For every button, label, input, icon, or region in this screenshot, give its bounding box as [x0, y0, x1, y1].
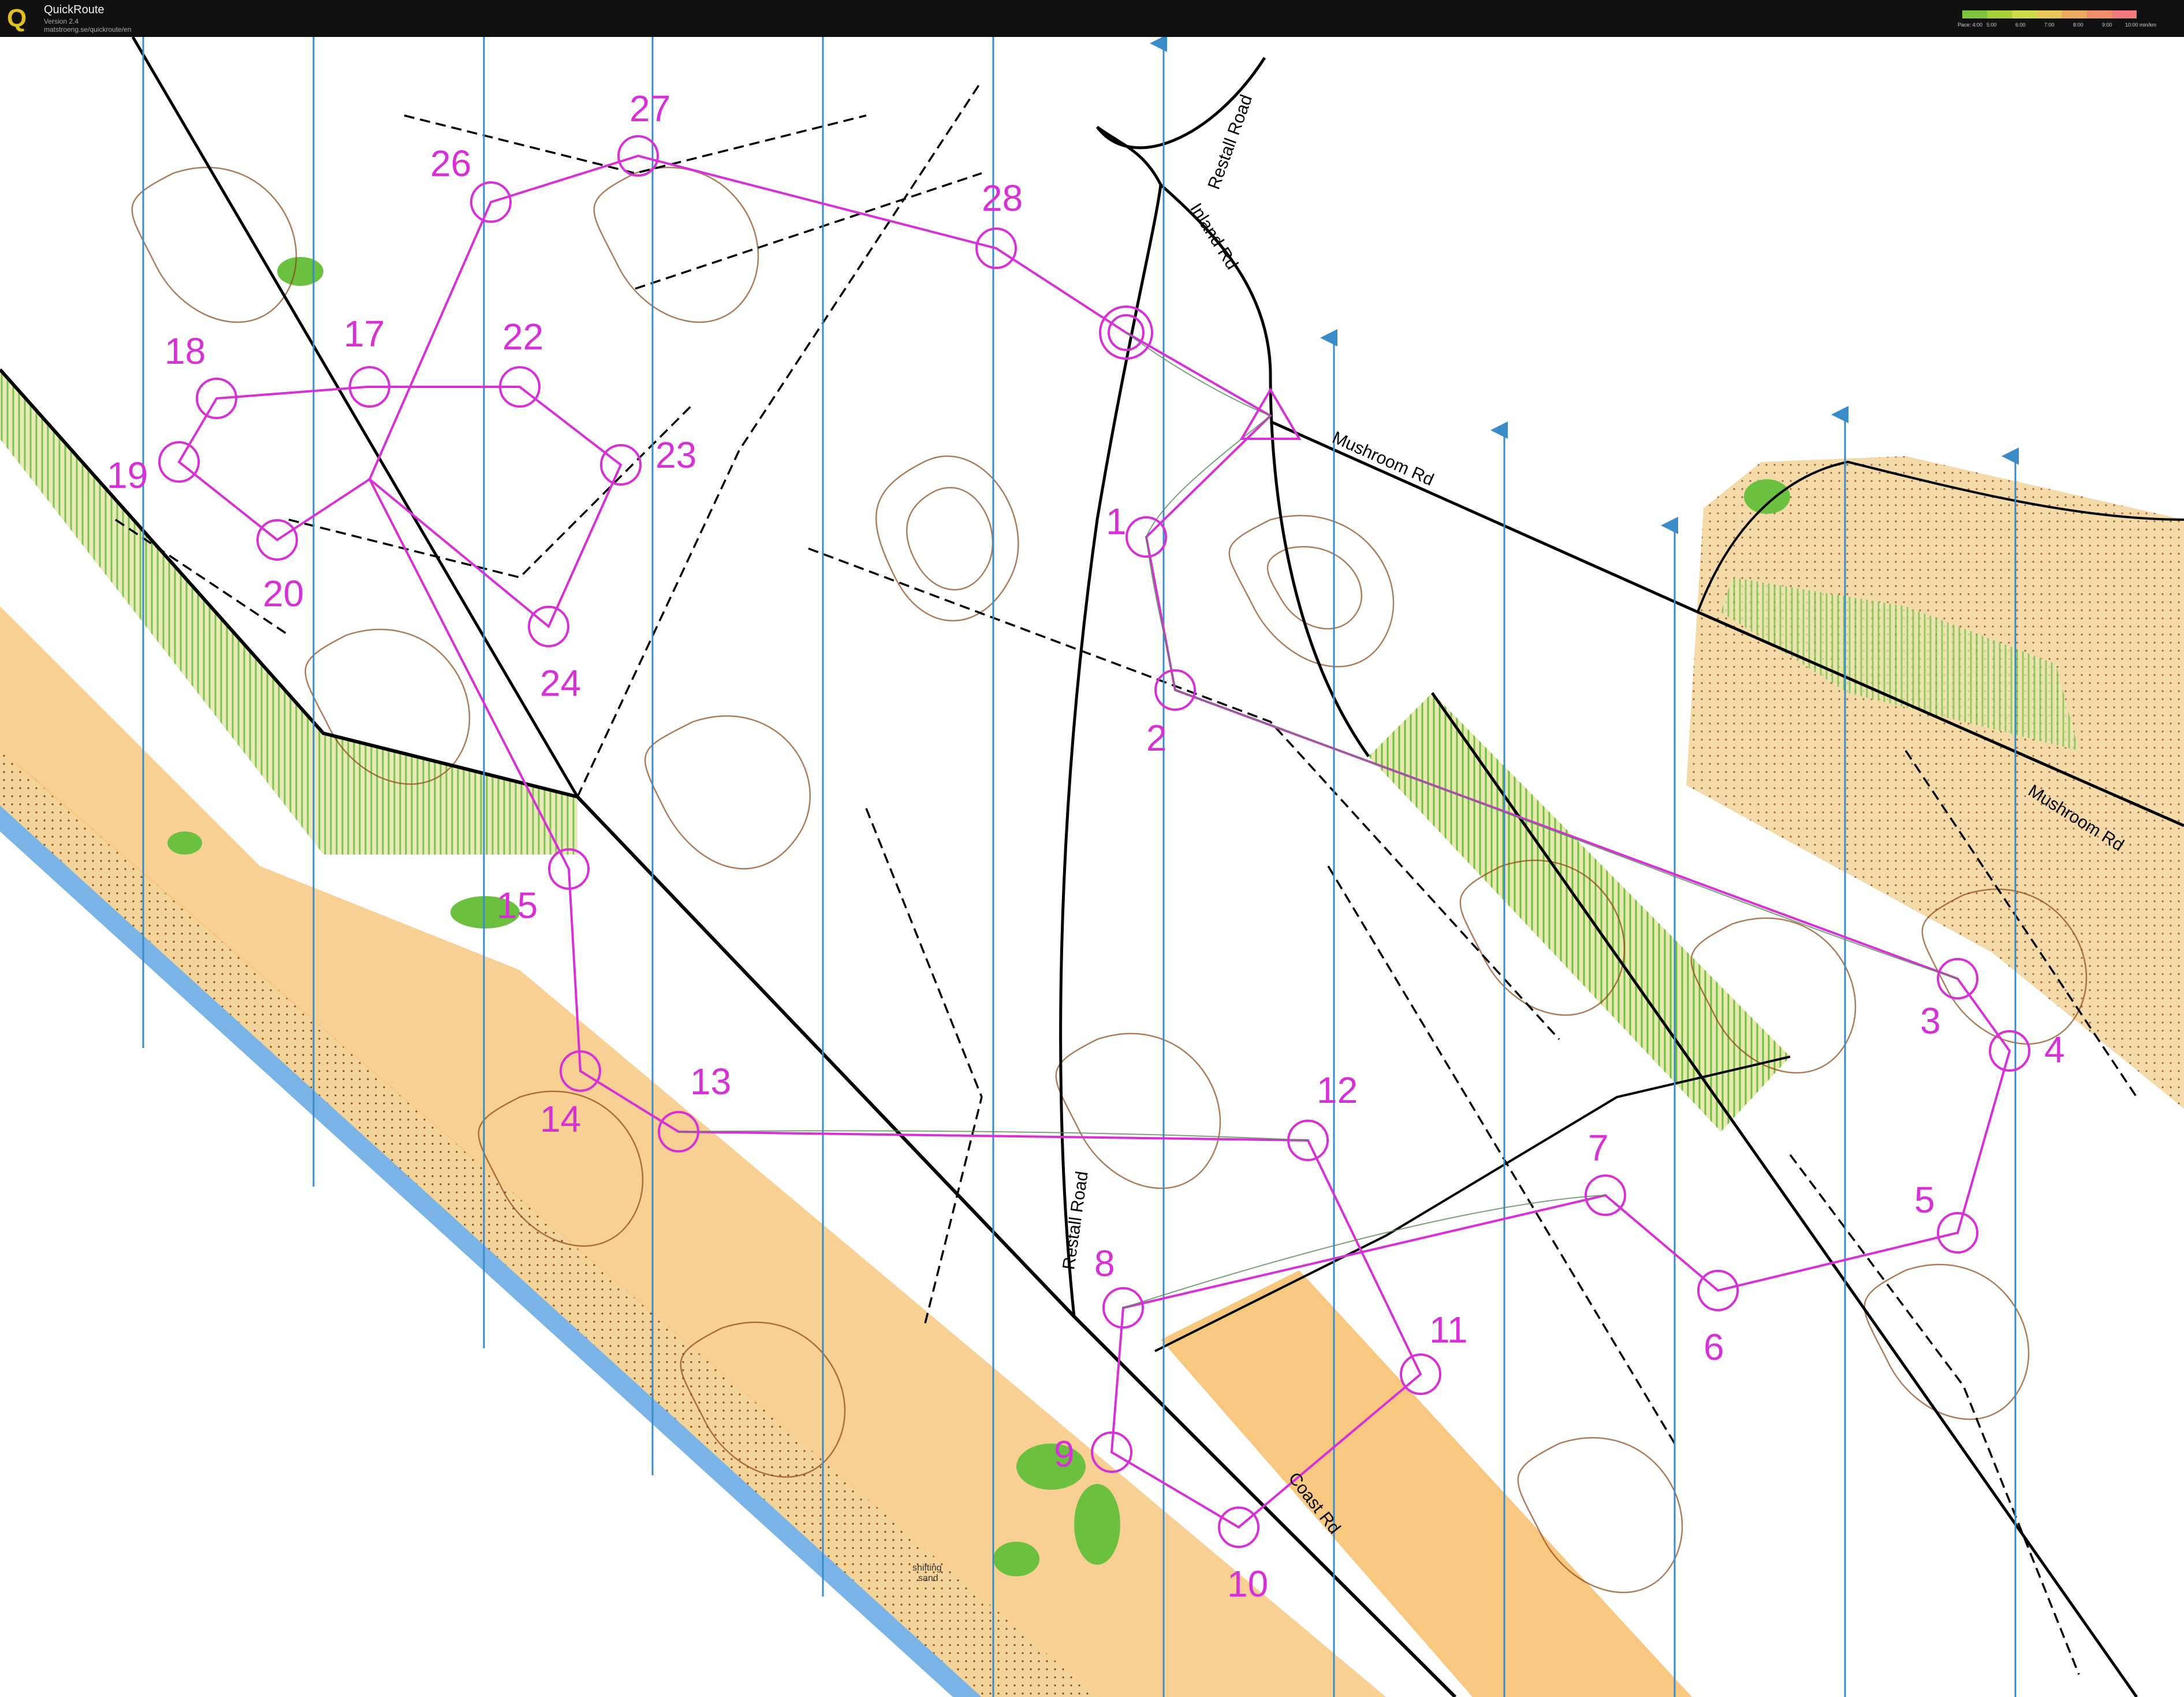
control-number-8: 8 — [1094, 1243, 1115, 1284]
control-number-13: 13 — [690, 1061, 731, 1102]
control-number-18: 18 — [165, 330, 206, 372]
contours — [131, 166, 2088, 1594]
control-number-28: 28 — [982, 177, 1023, 219]
pace-label: 7:00 — [2044, 22, 2055, 28]
control-number-10: 10 — [1227, 1563, 1268, 1605]
main-road-diagonal — [0, 368, 1457, 1697]
app-url: matstroeng.se/quickroute/en — [44, 25, 132, 33]
road-label: Mushroom Rd — [1329, 428, 1437, 490]
control-number-7: 7 — [1588, 1127, 1609, 1169]
control-number-4: 4 — [2044, 1029, 2065, 1071]
pace-color-swatch — [2012, 10, 2037, 18]
control-number-20: 20 — [263, 573, 304, 614]
pace-color-swatch — [2086, 10, 2112, 18]
pace-legend: Pace: 4:00 5:00 6:00 7:00 8:00 9:00 10:0… — [1958, 10, 2156, 33]
control-number-24: 24 — [540, 662, 581, 704]
control-number-15: 15 — [497, 885, 538, 926]
app-version: Version 2.4 — [44, 17, 79, 25]
pace-color-swatch — [2062, 10, 2088, 18]
pace-color-swatch — [2037, 10, 2063, 18]
road-label: Restall Road — [1205, 92, 1257, 192]
control-number-27: 27 — [629, 88, 670, 129]
control-number-3: 3 — [1920, 1000, 1941, 1042]
pace-label: 5:00 — [1987, 22, 1997, 28]
inland-road — [1160, 184, 1370, 758]
control-number-9: 9 — [1054, 1433, 1075, 1475]
control-number-12: 12 — [1317, 1069, 1358, 1111]
quickroute-logo-icon: Q — [7, 4, 27, 32]
pace-label: 6:00 — [2015, 22, 2026, 28]
control-number-22: 22 — [502, 316, 543, 357]
pace-label: 10:00 min/km — [2125, 22, 2157, 28]
pace-color-bar — [1962, 10, 2137, 18]
orienteering-map[interactable]: 1234567891011121314151718192022232426272… — [0, 37, 2184, 1697]
control-number-11: 11 — [1429, 1309, 1467, 1351]
control-number-6: 6 — [1704, 1326, 1724, 1368]
control-number-14: 14 — [540, 1098, 581, 1140]
control-number-26: 26 — [430, 143, 471, 184]
app-name: QuickRoute — [44, 3, 105, 16]
control-number-1: 1 — [1106, 501, 1127, 542]
dune-zone — [0, 606, 1386, 1697]
dashed-tracks — [115, 80, 2138, 1675]
pace-color-swatch — [1962, 10, 1988, 18]
terrain-layer — [0, 166, 2184, 1697]
map-text: shifting — [912, 1563, 942, 1573]
title-bar: Q QuickRoute Version 2.4 matstroeng.se/q… — [0, 0, 2184, 37]
control-number-19: 19 — [107, 454, 148, 496]
control-number-17: 17 — [344, 313, 385, 355]
pace-label: Pace: 4:00 — [1958, 22, 1983, 28]
pace-color-swatch — [2111, 10, 2137, 18]
pace-color-swatch — [1987, 10, 2012, 18]
road-label: Inland Rd — [1186, 200, 1242, 273]
pace-labels: Pace: 4:00 5:00 6:00 7:00 8:00 9:00 10:0… — [1958, 22, 2156, 30]
control-number-2: 2 — [1146, 717, 1167, 759]
pace-label: 9:00 — [2102, 22, 2112, 28]
control-number-5: 5 — [1914, 1179, 1935, 1221]
pace-label: 8:00 — [2073, 22, 2084, 28]
map-text: sand — [918, 1573, 938, 1583]
control-number-23: 23 — [655, 434, 696, 476]
